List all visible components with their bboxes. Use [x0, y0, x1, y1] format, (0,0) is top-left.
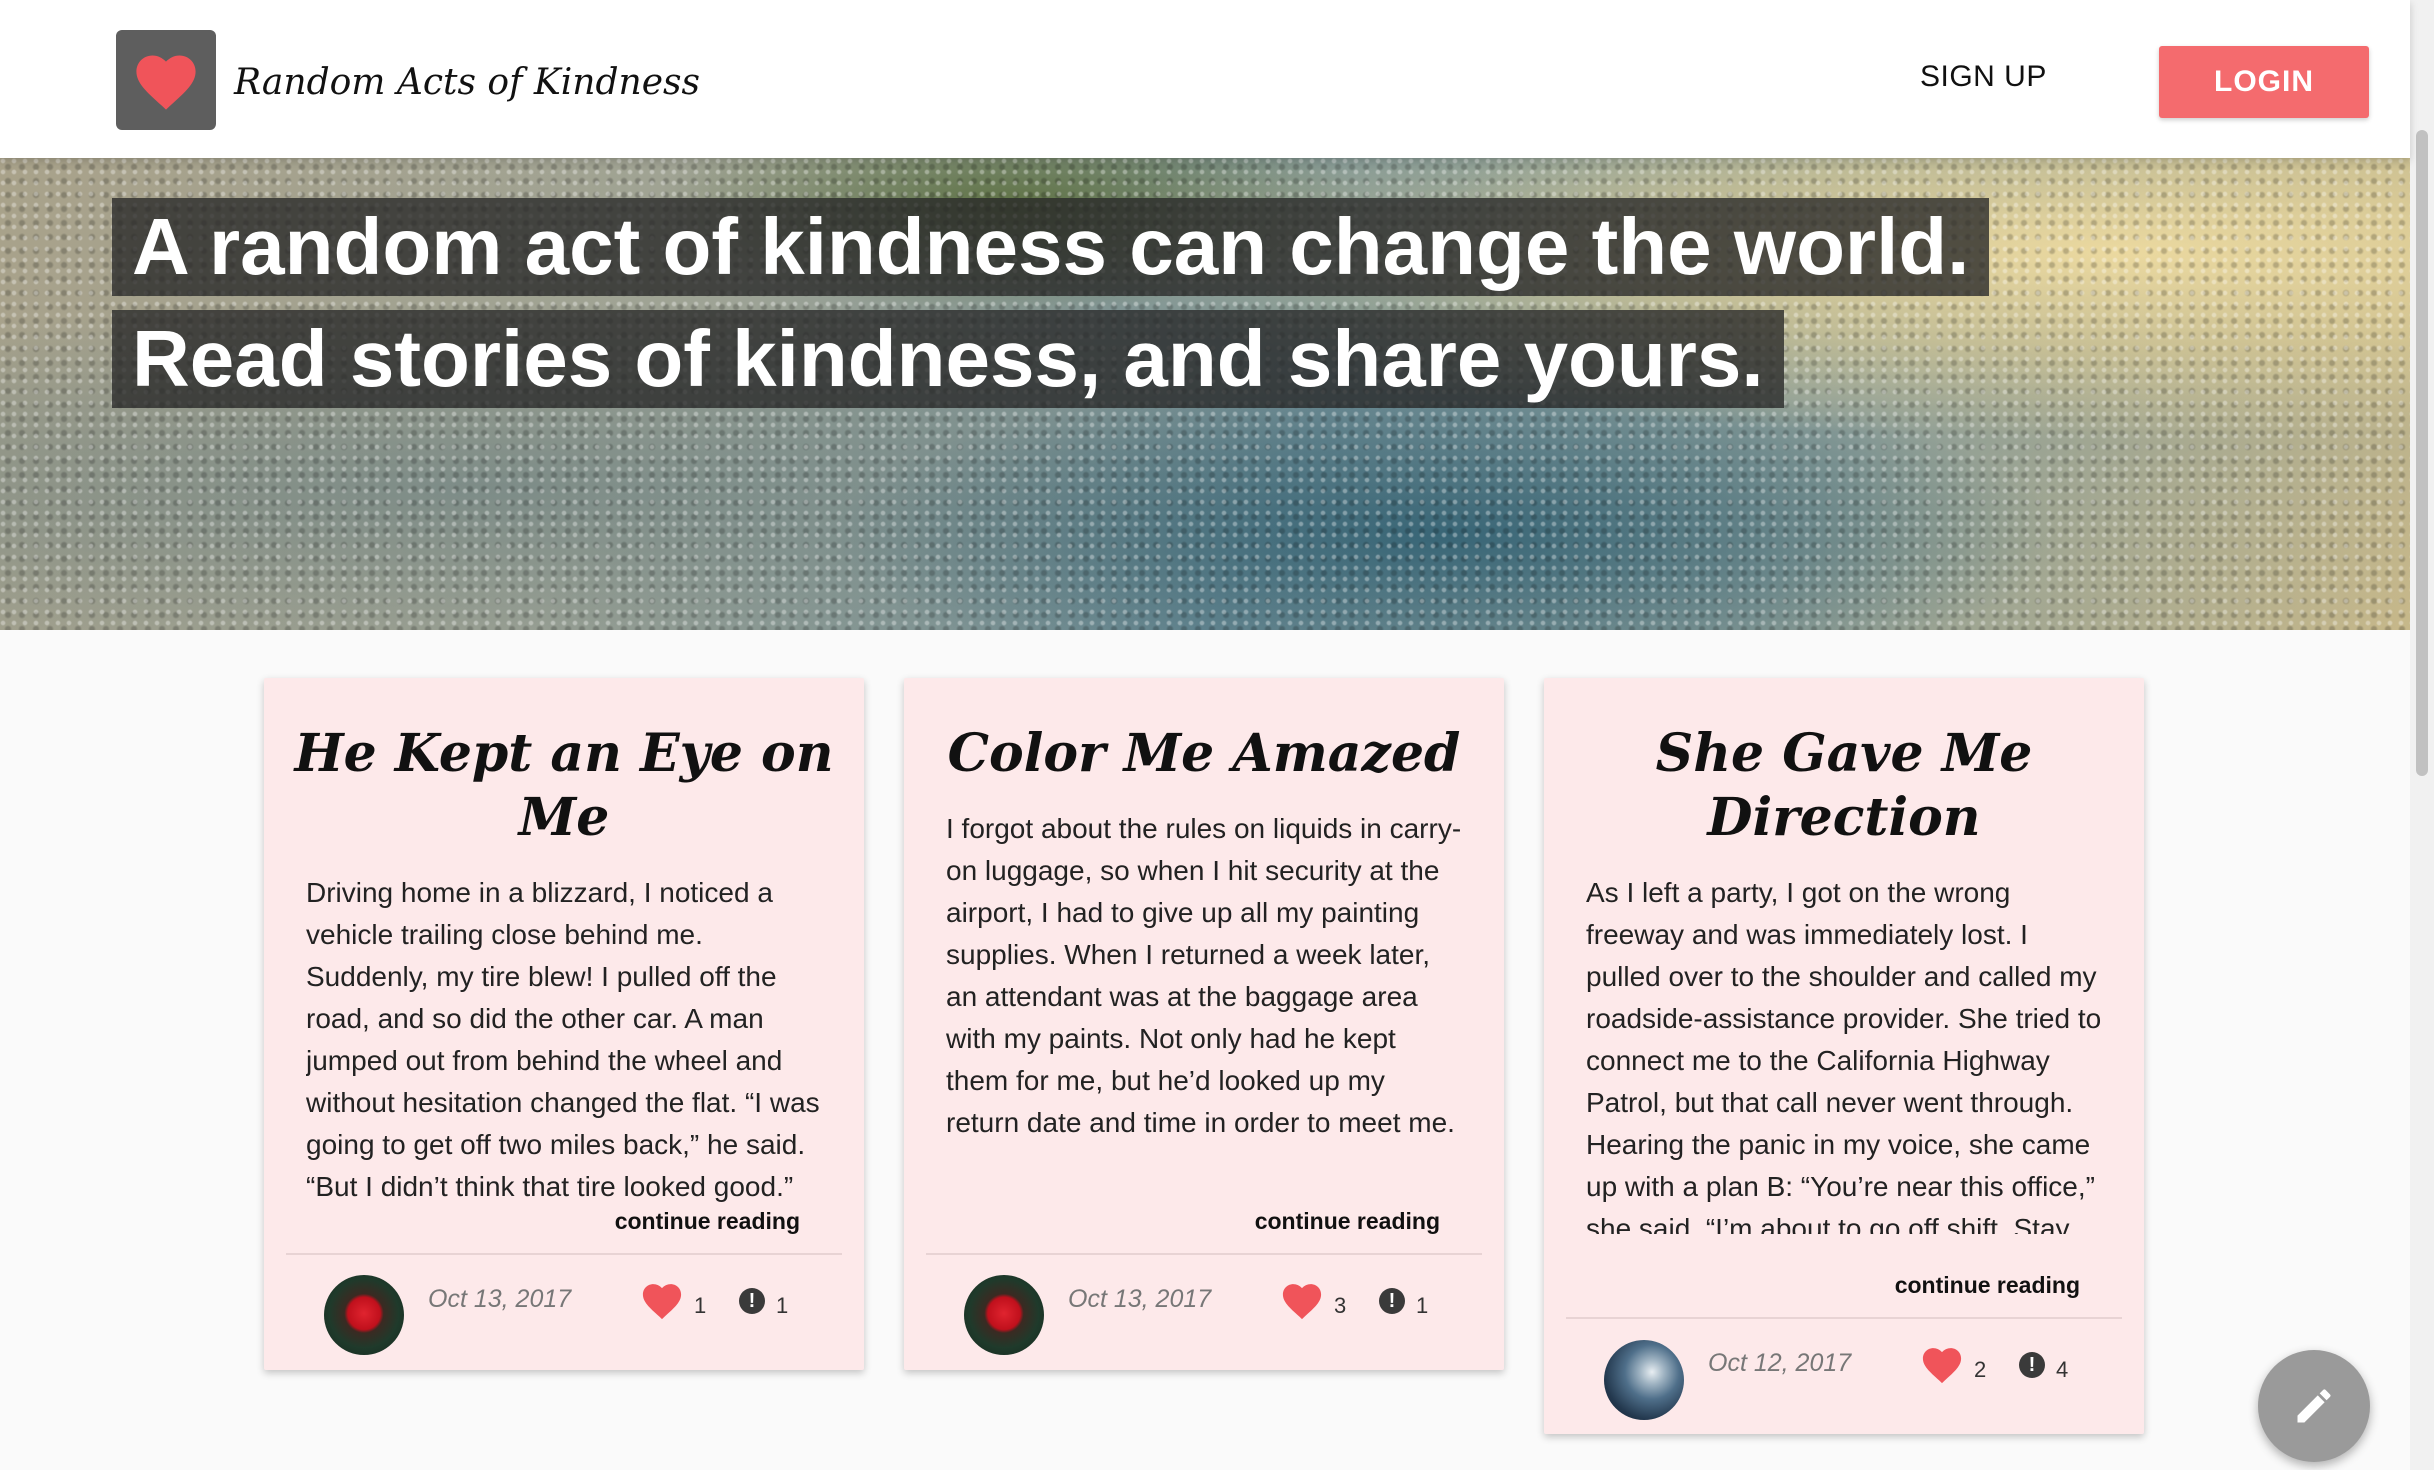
continue-reading-link[interactable]: continue reading — [1895, 1272, 2080, 1299]
story-card[interactable]: He Kept an Eye on Me Driving home in a b… — [264, 678, 864, 1370]
card-divider — [286, 1253, 842, 1255]
brand-name[interactable]: Random Acts of Kindness — [234, 62, 700, 103]
report-icon[interactable]: ! — [2019, 1352, 2045, 1378]
like-count: 1 — [694, 1293, 707, 1318]
report-icon[interactable]: ! — [739, 1288, 765, 1314]
story-excerpt: Driving home in a blizzard, I noticed a … — [306, 877, 820, 1202]
story-date: Oct 13, 2017 — [1068, 1285, 1212, 1313]
top-nav: Random Acts of Kindness SIGN UP LOGIN — [0, 0, 2410, 158]
login-button[interactable]: LOGIN — [2159, 46, 2369, 118]
story-title[interactable]: Color Me Amazed — [928, 722, 1480, 786]
story-title[interactable]: She Gave Me Direction — [1568, 722, 2120, 850]
story-excerpt: As I left a party, I got on the wrong fr… — [1586, 877, 2102, 1234]
heart-icon — [136, 55, 196, 110]
write-story-button[interactable] — [2258, 1350, 2370, 1462]
story-date: Oct 13, 2017 — [428, 1285, 572, 1313]
heart-icon[interactable] — [1280, 1280, 1324, 1320]
continue-reading-link[interactable]: continue reading — [1255, 1208, 1440, 1235]
story-excerpt: I forgot about the rules on liquids in c… — [946, 813, 1462, 1138]
scrollbar-thumb[interactable] — [2416, 130, 2428, 776]
signup-button[interactable]: SIGN UP — [1920, 60, 2047, 94]
like-count: 3 — [1334, 1293, 1347, 1318]
avatar[interactable] — [1604, 1340, 1684, 1420]
pencil-icon — [2297, 1389, 2331, 1423]
report-count: 4 — [2056, 1357, 2069, 1382]
story-date: Oct 12, 2017 — [1708, 1349, 1852, 1377]
story-card[interactable]: Color Me Amazed I forgot about the rules… — [904, 678, 1504, 1370]
card-divider — [926, 1253, 1482, 1255]
story-card[interactable]: She Gave Me Direction As I left a party,… — [1544, 678, 2144, 1434]
report-count: 1 — [776, 1293, 789, 1318]
report-count: 1 — [1416, 1293, 1429, 1318]
avatar[interactable] — [964, 1275, 1044, 1355]
hero-subheadline: Read stories of kindness, and share your… — [112, 310, 1784, 408]
heart-icon[interactable] — [640, 1280, 684, 1320]
report-icon[interactable]: ! — [1379, 1288, 1405, 1314]
story-title[interactable]: He Kept an Eye on Me — [288, 722, 840, 850]
hero-headline: A random act of kindness can change the … — [112, 198, 1990, 296]
heart-icon[interactable] — [1920, 1344, 1964, 1384]
logo[interactable] — [116, 30, 216, 130]
card-divider — [1566, 1317, 2122, 1319]
continue-reading-link[interactable]: continue reading — [615, 1208, 800, 1235]
like-count: 2 — [1974, 1357, 1987, 1382]
hero-banner: A random act of kindness can change the … — [0, 158, 2410, 630]
avatar[interactable] — [324, 1275, 404, 1355]
